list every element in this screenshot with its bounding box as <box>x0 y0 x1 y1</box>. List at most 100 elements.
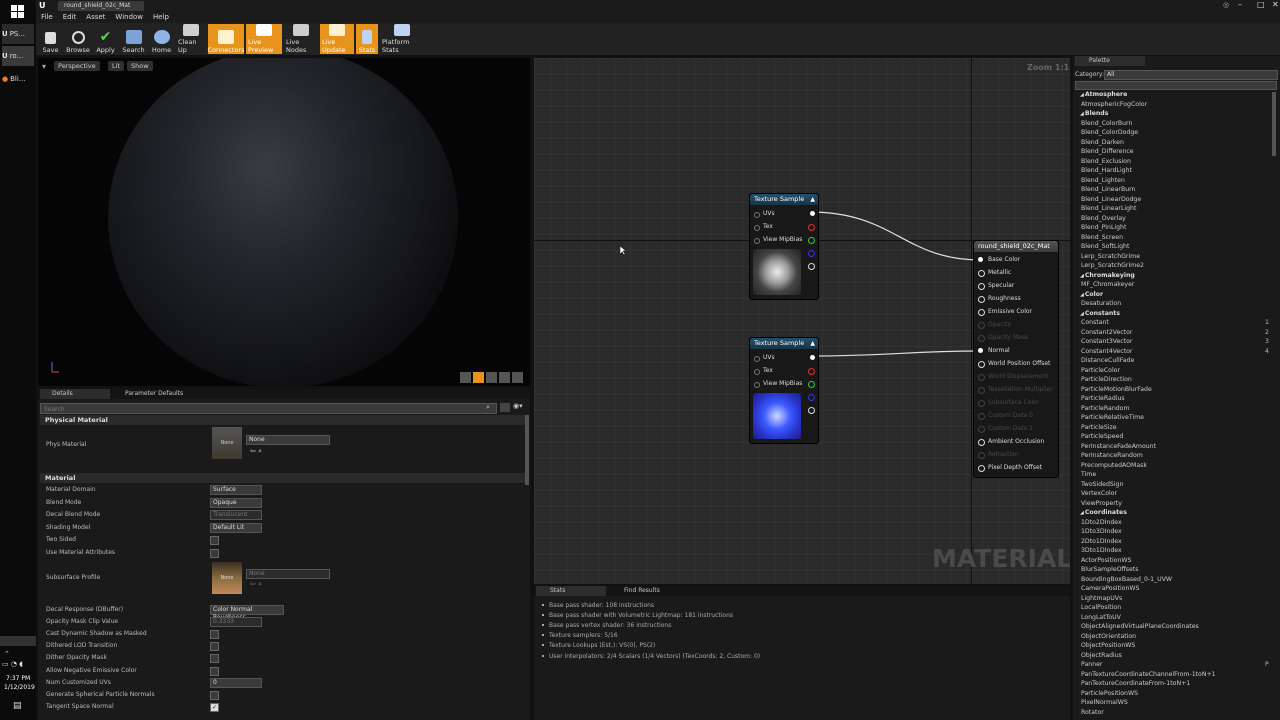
palette-item[interactable]: LocalPosition <box>1081 604 1121 611</box>
palette-item[interactable]: Time <box>1081 471 1096 478</box>
show-button[interactable]: Show <box>127 61 153 71</box>
output-pin-icon[interactable] <box>808 407 815 414</box>
input-pin-icon[interactable] <box>978 270 985 277</box>
collapse-arrow-icon[interactable]: ▲ <box>810 338 815 349</box>
palette-item[interactable]: Blend_HardLight <box>1081 167 1132 174</box>
palette-item[interactable]: Blend_PinLight <box>1081 224 1126 231</box>
input-pin-icon[interactable] <box>754 225 760 231</box>
property-dropdown[interactable]: Default Lit <box>210 522 262 533</box>
menu-asset[interactable]: Asset <box>86 12 105 23</box>
perspective-button[interactable]: Perspective <box>54 61 100 71</box>
input-pin-icon[interactable] <box>978 348 983 353</box>
search-button[interactable]: Search <box>120 24 147 54</box>
viewport-menu-icon[interactable]: ▾ <box>42 62 46 71</box>
palette-item[interactable]: ObjectAlignedVirtualPlaneCoordinates <box>1081 623 1199 630</box>
property-matrix-icon[interactable] <box>500 403 510 412</box>
tab-find-results[interactable]: Find Results <box>610 586 680 596</box>
property-checkbox[interactable]: ✓ <box>210 702 219 712</box>
input-pin-icon[interactable] <box>754 382 760 388</box>
palette-category[interactable]: ◢Constants <box>1080 310 1120 317</box>
live-nodes-button[interactable]: Live Nodes <box>284 24 318 54</box>
palette-scrollbar[interactable] <box>1272 92 1276 156</box>
property-number[interactable]: 0 <box>210 677 262 688</box>
home-button[interactable]: Home <box>149 24 174 54</box>
notification-icon[interactable]: ▤ <box>13 701 22 711</box>
palette-item[interactable]: ParticleRelativeTime <box>1081 414 1144 421</box>
tab-palette[interactable]: Palette <box>1075 56 1145 66</box>
palette-item[interactable]: Desaturation <box>1081 300 1121 307</box>
output-pin-icon[interactable] <box>808 381 815 388</box>
palette-item[interactable]: Blend_ColorBurn <box>1081 120 1132 127</box>
tab-parameter-defaults[interactable]: Parameter Defaults <box>113 389 193 399</box>
palette-item[interactable]: ObjectRadius <box>1081 652 1122 659</box>
details-search-input[interactable]: Search <box>40 403 497 414</box>
document-tab[interactable]: round_shield_02c_Mat <box>58 1 144 11</box>
palette-item[interactable]: PrecomputedAOMask <box>1081 462 1147 469</box>
palette-item[interactable]: ParticleSize <box>1081 424 1117 431</box>
maximize-button[interactable]: □ <box>1257 0 1265 9</box>
stats-button[interactable]: Stats <box>356 24 378 54</box>
palette-item[interactable]: ParticleSpeed <box>1081 433 1123 440</box>
palette-item[interactable]: Lerp_ScratchGrime <box>1081 253 1140 260</box>
tab-stats[interactable]: Stats <box>536 586 606 596</box>
palette-item[interactable]: Blend_LinearBurn <box>1081 186 1135 193</box>
cube-icon[interactable] <box>499 372 510 383</box>
phys-material-combo[interactable]: None <box>246 435 330 445</box>
palette-item[interactable]: Blend_LinearDodge <box>1081 196 1141 203</box>
tray-arrow-icon[interactable]: ⌃ <box>4 650 10 658</box>
connectors-button[interactable]: Connectors <box>208 24 244 54</box>
input-pin-icon[interactable] <box>978 439 985 446</box>
palette-item[interactable]: Rotator <box>1081 709 1104 716</box>
plane-icon[interactable] <box>486 372 497 383</box>
input-pin-icon[interactable] <box>978 361 985 368</box>
input-pin-icon[interactable] <box>754 212 760 218</box>
palette-item[interactable]: Constant3Vector <box>1081 338 1132 345</box>
output-pin-icon[interactable] <box>810 355 815 360</box>
eye-icon[interactable]: ◉▾ <box>513 402 523 410</box>
palette-item[interactable]: Blend_Exclusion <box>1081 158 1131 165</box>
material-graph[interactable]: Zoom 1:1 MATERIAL Texture Sample ▲ UVs Tex V… <box>534 58 1070 584</box>
palette-item[interactable]: BoundingBoxBased_0-1_UVW <box>1081 576 1172 583</box>
palette-item[interactable]: Blend_Darken <box>1081 139 1124 146</box>
property-dropdown[interactable]: Surface <box>210 485 262 495</box>
teapot-icon[interactable] <box>512 372 523 383</box>
property-checkbox[interactable] <box>210 548 219 558</box>
windows-start-icon[interactable] <box>11 5 24 18</box>
palette-item[interactable]: VertexColor <box>1081 490 1117 497</box>
collapse-arrow-icon[interactable]: ▲ <box>810 194 815 205</box>
palette-item[interactable]: ActorPositionWS <box>1081 557 1131 564</box>
palette-item[interactable]: ParticleDirection <box>1081 376 1132 383</box>
output-pin-icon[interactable] <box>808 250 815 257</box>
palette-item[interactable]: Constant <box>1081 319 1109 326</box>
preview-viewport[interactable]: ▾ Perspective Lit Show <box>38 58 530 386</box>
physical-material-section[interactable]: Physical Material <box>40 415 528 425</box>
palette-item[interactable]: 1Dto2DIndex <box>1081 519 1122 526</box>
palette-item[interactable]: 2Dto1DIndex <box>1081 538 1122 545</box>
property-dropdown[interactable]: Translucent <box>210 510 262 520</box>
palette-item[interactable]: ObjectOrientation <box>1081 633 1136 640</box>
property-checkbox[interactable] <box>210 642 219 652</box>
output-pin-icon[interactable] <box>810 211 815 216</box>
input-pin-icon[interactable] <box>978 309 985 316</box>
texture-sample-node-2[interactable]: Texture Sample ▲ UVs Tex View MipBias <box>749 337 819 444</box>
menu-window[interactable]: Window <box>115 12 143 23</box>
palette-item[interactable]: LongLatToUV <box>1081 614 1121 621</box>
subsurface-combo[interactable]: None <box>246 569 330 579</box>
taskbar-item-ue[interactable]: U PS... <box>2 24 34 44</box>
palette-item[interactable]: Panner <box>1081 661 1102 668</box>
property-dropdown[interactable]: Opaque <box>210 497 262 508</box>
sphere-icon[interactable] <box>473 372 484 383</box>
output-pin-icon[interactable] <box>808 237 815 244</box>
property-checkbox[interactable] <box>210 630 219 640</box>
cleanup-button[interactable]: Clean Up <box>176 24 206 54</box>
tab-details[interactable]: Details <box>40 389 110 399</box>
palette-item[interactable]: LightmapUVs <box>1081 595 1122 602</box>
input-pin-icon[interactable] <box>754 238 760 244</box>
palette-search-input[interactable] <box>1075 81 1277 90</box>
output-pin-icon[interactable] <box>808 224 815 231</box>
input-pin-icon[interactable] <box>978 465 985 472</box>
input-pin-icon[interactable] <box>754 369 760 375</box>
taskbar-item-blender[interactable]: ● Bli... <box>2 69 34 89</box>
output-pin-icon[interactable] <box>808 263 815 270</box>
palette-category[interactable]: ◢Coordinates <box>1080 509 1127 516</box>
